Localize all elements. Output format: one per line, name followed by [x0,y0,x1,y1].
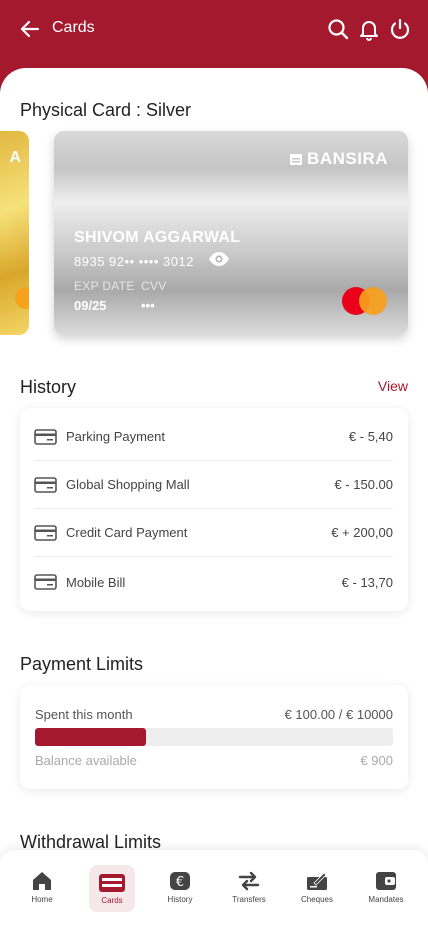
history-item-name: Parking Payment [66,429,165,444]
history-item-amount: € - 150.00 [334,477,393,492]
mastercard-logo-icon [342,287,388,315]
nav-label: History [167,895,193,904]
bell-icon[interactable] [357,17,381,41]
search-icon[interactable] [326,17,350,41]
history-list: Parking Payment € - 5,40 Global Shopping… [20,408,408,611]
spending-progress-fill [35,728,146,746]
card-icon [34,428,57,445]
history-item-amount: € - 13,70 [341,574,393,590]
card-brand: BANSIRA [289,149,388,169]
silver-card[interactable]: BANSIRA SHIVOM AGGARWAL 8935 92•• •••• 3… [54,131,408,335]
physical-card-title: Physical Card : Silver [20,100,192,120]
history-item-name: Mobile Bill [66,574,126,590]
home-icon [33,872,51,890]
top-bar: Cards [0,0,428,68]
exp-date-label: EXP DATE [74,279,135,293]
svg-text:€: € [176,875,184,890]
cvv-value: ••• [141,298,155,313]
cvv-label: CVV [141,279,167,293]
card-holder-name: SHIVOM AGGARWAL [74,229,241,246]
list-item[interactable]: Credit Card Payment € + 200,00 [34,509,393,557]
gold-card-text: A [9,149,21,166]
balance-label: Balance available [35,753,137,768]
payment-limits-panel: Spent this month € 100.00 / € 10000 Bala… [20,685,408,789]
nav-cheques[interactable]: Cheques [292,865,342,913]
card-icon [34,476,57,493]
spent-label: Spent this month [35,707,133,722]
history-item-name: Credit Card Payment [66,525,188,540]
gold-card-partial[interactable]: A [0,131,29,335]
wallet-icon [376,872,396,890]
bank-icon [290,154,303,165]
history-title: History [20,377,77,397]
history-item-amount: € - 5,40 [348,429,393,444]
exp-date-value: 09/25 [74,298,107,313]
card-brand-name: BANSIRA [307,149,388,168]
page-title: Cards [52,19,95,36]
list-item[interactable]: Global Shopping Mall € - 150.00 [34,461,393,509]
nav-cards[interactable]: Cards [89,865,135,912]
list-item[interactable]: Parking Payment € - 5,40 [34,413,393,461]
nav-history[interactable]: € History [155,865,205,913]
card-icon [99,874,125,892]
gold-card-logo [15,287,29,309]
cheque-icon [307,872,327,890]
euro-icon: € [170,872,190,890]
power-icon[interactable] [388,17,412,41]
nav-home[interactable]: Home [17,865,67,913]
balance-value: € 900 [360,753,393,768]
history-item-amount: € + 200,00 [331,525,393,540]
transfer-icon [238,871,260,891]
nav-mandates[interactable]: Mandates [361,865,411,913]
history-item-name: Global Shopping Mall [66,477,190,492]
nav-label: Transfers [232,895,266,904]
bottom-nav: Home Cards € History Transfers Cheques M… [0,850,428,927]
card-icon [34,574,57,590]
history-view-link[interactable]: View [378,378,408,394]
nav-label: Cheques [300,895,334,904]
back-arrow-icon[interactable] [18,18,40,40]
eye-icon[interactable] [208,251,230,267]
nav-label: Mandates [368,895,404,904]
content-sheet: Physical Card : Silver A BANSIRA SHIVOM … [0,68,428,927]
nav-label: Home [31,895,53,904]
nav-label: Cards [101,896,123,905]
card-icon [34,524,57,541]
list-item[interactable]: Mobile Bill € - 13,70 [34,558,393,606]
spending-progress-bar [35,728,393,746]
payment-limits-title: Payment Limits [20,654,144,674]
spent-value: € 100.00 / € 10000 [284,707,393,722]
nav-transfers[interactable]: Transfers [224,865,274,913]
card-number: 8935 92•• •••• 3012 [74,254,194,269]
